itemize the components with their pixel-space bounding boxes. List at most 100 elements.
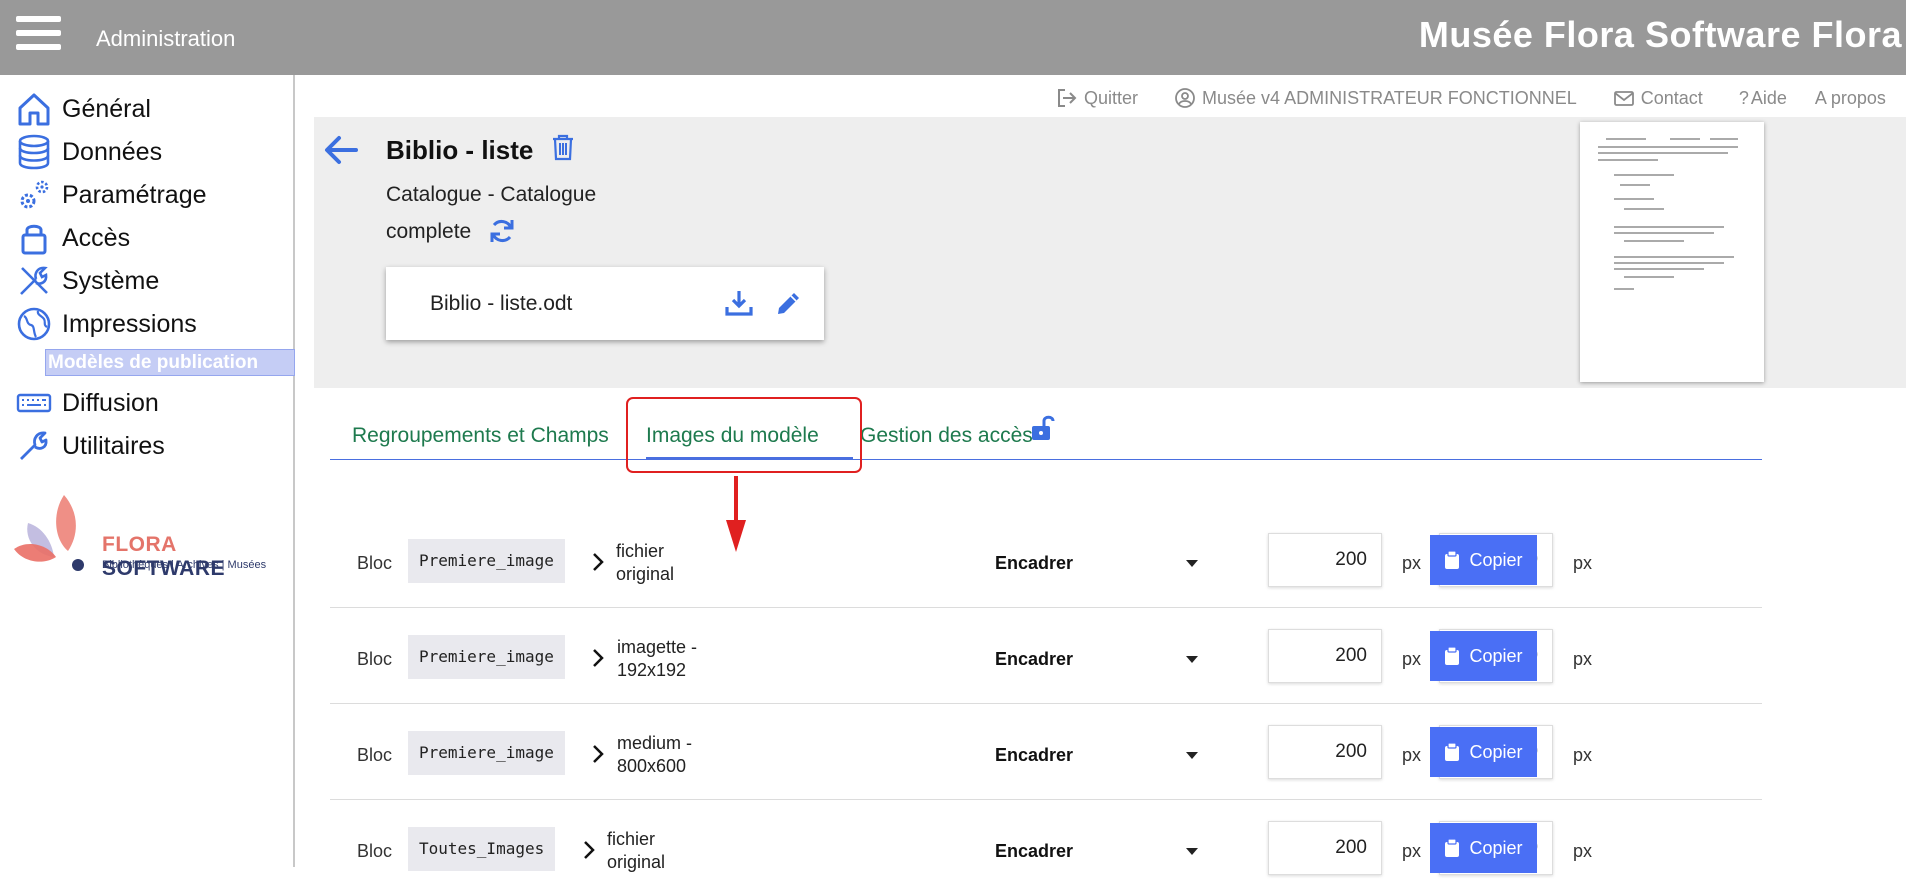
file-card: Biblio - liste.odt [386, 267, 824, 340]
trash-icon[interactable] [550, 133, 576, 161]
unit-label: px [1402, 745, 1422, 765]
image-format: fichier original [616, 541, 675, 584]
block-code[interactable]: Premiere_image [408, 635, 565, 679]
caret-down-icon[interactable] [1186, 752, 1198, 759]
user-circle-icon [1175, 88, 1195, 108]
refresh-icon[interactable] [488, 217, 516, 245]
table-row: Bloc Toutes_Images fichier original Encad… [330, 800, 1762, 896]
sidebar-item-label: Impressions [62, 309, 197, 338]
question-icon: ? [1738, 87, 1749, 108]
sidebar-item-systeme[interactable]: Système [16, 261, 159, 301]
mode-select[interactable]: Encadrer [995, 841, 1073, 862]
chevron-right-icon[interactable] [591, 551, 605, 573]
chevron-right-icon[interactable] [591, 647, 605, 669]
mode-select[interactable]: Encadrer [995, 649, 1073, 670]
contact-label: Contact [1640, 87, 1703, 108]
copy-button[interactable]: Copier [1430, 823, 1537, 873]
width-input[interactable] [1268, 533, 1382, 587]
clipboard-icon [1445, 551, 1460, 569]
copy-button[interactable]: Copier [1430, 727, 1537, 777]
sidebar-item-label: Système [62, 266, 160, 295]
contact-link[interactable]: Contact [1613, 87, 1703, 109]
caret-down-icon[interactable] [1186, 560, 1198, 567]
file-name: Biblio - liste.odt [430, 292, 573, 315]
user-label: Musée v4 ADMINISTRATEUR FONCTIONNEL [1202, 87, 1577, 108]
globe-icon [17, 307, 51, 341]
copy-label: Copier [1469, 645, 1523, 666]
block-code[interactable]: Toutes_Images [408, 827, 556, 871]
image-format: medium -800x600 [617, 733, 693, 776]
width-input[interactable] [1268, 629, 1382, 683]
help-link[interactable]: ? Aide [1739, 88, 1787, 109]
page-title: Biblio - liste [386, 135, 534, 165]
sidebar-item-diffusion[interactable]: Diffusion [16, 383, 159, 423]
lotus-logo-icon [14, 495, 84, 571]
quit-link[interactable]: Quitter [1056, 87, 1138, 109]
bloc-label: Bloc [357, 745, 393, 765]
table-row: Bloc Premiere_image imagette -192x192 En… [330, 608, 1762, 704]
block-code[interactable]: Premiere_image [408, 731, 565, 775]
catalogue-label: Catalogue - Catalogue [386, 183, 597, 206]
sidebar-item-label: Général [62, 94, 151, 123]
sidebar-item-parametrage[interactable]: Paramétrage [16, 175, 207, 215]
copy-button[interactable]: Copier [1430, 631, 1537, 681]
block-code[interactable]: Premiere_image [408, 539, 565, 583]
sidebar-item-label: Accès [62, 223, 131, 252]
unlock-icon[interactable] [1028, 414, 1056, 442]
tab-gestion-acces[interactable]: Gestion des accès [860, 424, 1033, 448]
bloc-label: Bloc [357, 841, 393, 861]
sign-out-icon [1058, 89, 1077, 107]
sidebar-item-acces[interactable]: Accès [16, 218, 130, 258]
sidebar: Général Données Paramétrage Accès Systèm… [0, 75, 295, 867]
sidebar-item-impressions[interactable]: Impressions [16, 304, 197, 344]
download-icon[interactable] [724, 288, 754, 318]
chevron-right-icon[interactable] [582, 839, 596, 861]
flora-software-logo: FLORA SOFTWARE Bibliothèques | Archives … [14, 493, 284, 583]
admin-title: Administration [96, 26, 236, 51]
back-arrow-icon[interactable] [322, 133, 360, 167]
sidebar-item-donnees[interactable]: Données [16, 132, 162, 172]
template-header: Biblio - liste Catalogue - Catalogue com… [314, 117, 1906, 388]
template-preview-thumbnail[interactable] [1580, 122, 1764, 382]
caret-down-icon[interactable] [1186, 848, 1198, 855]
help-label: Aide [1750, 87, 1787, 108]
keyboard-icon [16, 393, 52, 413]
caret-down-icon[interactable] [1186, 656, 1198, 663]
pencil-icon[interactable] [774, 288, 804, 318]
envelope-icon [1613, 91, 1634, 106]
hamburger-menu-icon[interactable] [16, 16, 61, 52]
top-bar: Administration Musée Flora Software Flor… [0, 0, 1906, 75]
about-label: A propos [1814, 87, 1886, 108]
logo-text: FLORA SOFTWARE [102, 533, 225, 580]
database-icon [18, 134, 50, 170]
image-format: fichier original [607, 829, 666, 872]
sidebar-item-general[interactable]: Général [16, 89, 151, 129]
sidebar-subitem-modeles-publication[interactable]: Modèles de publication [45, 349, 295, 376]
unit-label: px [1402, 649, 1422, 669]
unit-label: px [1573, 553, 1593, 573]
unit-label: px [1573, 649, 1593, 669]
about-link[interactable]: A propos [1815, 88, 1886, 109]
unit-label: px [1573, 841, 1593, 861]
clipboard-icon [1445, 839, 1460, 857]
sidebar-item-utilitaires[interactable]: Utilitaires [16, 426, 165, 466]
clipboard-icon [1445, 647, 1460, 665]
lock-icon [21, 224, 47, 255]
utility-links: Quitter Musée v4 ADMINISTRATEUR FONCTION… [1056, 86, 1906, 110]
unit-label: px [1402, 553, 1422, 573]
chevron-right-icon[interactable] [591, 743, 605, 765]
table-row: Bloc Premiere_image fichier original Enca… [330, 512, 1762, 608]
bloc-label: Bloc [357, 553, 393, 573]
sidebar-item-label: Diffusion [62, 388, 159, 417]
width-input[interactable] [1268, 725, 1382, 779]
sidebar-item-label: Utilitaires [62, 431, 165, 460]
user-link[interactable]: Musée v4 ADMINISTRATEUR FONCTIONNEL [1174, 87, 1577, 109]
wrench-icon [20, 431, 48, 460]
tab-regroupements-champs[interactable]: Regroupements et Champs [352, 424, 609, 448]
unit-label: px [1573, 745, 1593, 765]
highlight-box [626, 397, 862, 473]
copy-button[interactable]: Copier [1430, 535, 1537, 585]
mode-select[interactable]: Encadrer [995, 745, 1073, 766]
home-icon [18, 93, 50, 126]
mode-select[interactable]: Encadrer [995, 553, 1073, 574]
